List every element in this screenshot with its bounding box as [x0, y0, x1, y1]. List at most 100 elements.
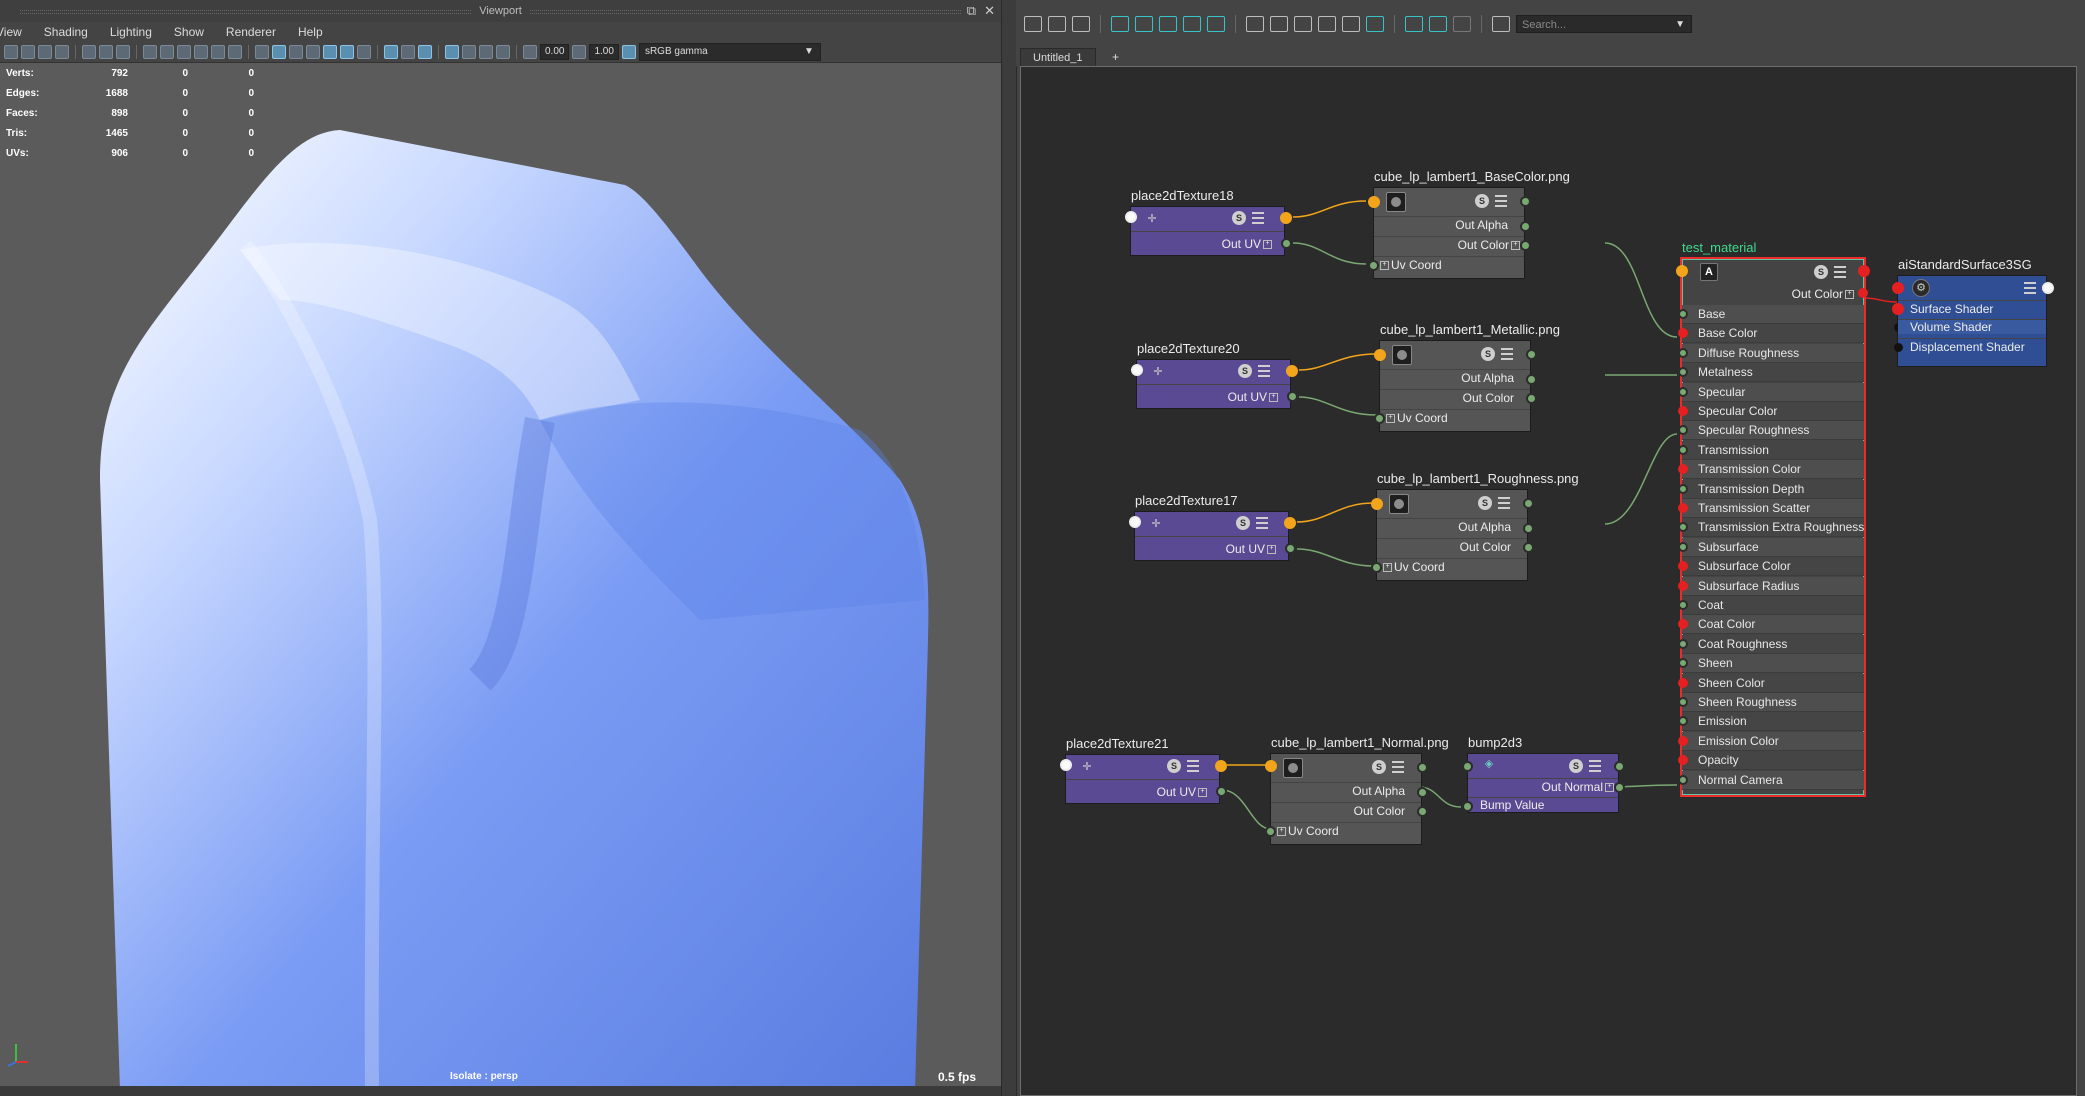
camera-attributes-icon[interactable] [21, 45, 35, 59]
attribute-list-icon[interactable] [1495, 195, 1507, 207]
message-port[interactable] [1368, 196, 1380, 208]
material-attr-row[interactable]: Specular [1678, 382, 1864, 402]
attr-input-port[interactable] [1678, 716, 1688, 727]
node-texture-metallic[interactable]: cube_lp_lambert1_Metallic.png S Out Alph… [1374, 322, 1560, 432]
message-port[interactable] [1676, 265, 1688, 277]
full-mode-icon[interactable] [1294, 16, 1312, 32]
exposure-icon[interactable] [523, 45, 537, 59]
remove-selected-icon[interactable] [1183, 16, 1201, 32]
sync-outliner-icon[interactable] [1453, 16, 1471, 32]
grid-toggle-icon[interactable] [1405, 16, 1423, 32]
gamma-field[interactable]: 1.00 [589, 44, 619, 60]
swatch-icon[interactable] [1366, 16, 1384, 32]
frame-all-icon[interactable] [1111, 16, 1129, 32]
close-icon[interactable]: ✕ [984, 3, 995, 19]
xray-joints-icon[interactable] [401, 45, 415, 59]
xray-icon[interactable] [384, 45, 398, 59]
swatch-toggle-icon[interactable]: S [1481, 347, 1495, 361]
node-texture-roughness[interactable]: cube_lp_lambert1_Roughness.png S Out Alp… [1371, 471, 1579, 581]
attribute-list-icon[interactable] [1256, 517, 1268, 529]
attribute-list-icon[interactable] [1589, 760, 1601, 772]
swatch-toggle-icon[interactable]: S [1569, 759, 1583, 773]
material-attr-row[interactable]: Metalness [1678, 363, 1864, 383]
node-place2dtexture18[interactable]: place2dTexture18 ✛ S Out UV + [1125, 188, 1292, 256]
output-port[interactable] [1614, 761, 1625, 772]
attr-input-port[interactable] [1678, 580, 1688, 591]
safe-action-icon[interactable] [211, 45, 225, 59]
swatch-toggle-icon[interactable]: S [1238, 364, 1252, 378]
swatch-toggle-icon[interactable]: S [1232, 211, 1246, 225]
material-attr-row[interactable]: Diffuse Roughness [1678, 343, 1864, 363]
use-all-lights-icon[interactable] [340, 45, 354, 59]
node-test-material[interactable]: test_material A S Out Color + Base Base Co… [1676, 240, 1870, 797]
material-attr-row[interactable]: Sheen [1678, 654, 1864, 674]
material-attr-row[interactable]: Base [1678, 305, 1864, 324]
output-port[interactable] [1284, 517, 1296, 529]
material-attr-row[interactable]: Emission [1678, 712, 1864, 732]
swatch-toggle-icon[interactable]: S [1372, 760, 1386, 774]
custom-mode-icon[interactable] [1318, 16, 1336, 32]
attr-input-port[interactable] [1678, 444, 1688, 455]
refresh-icon[interactable] [1492, 16, 1510, 32]
material-attr-row[interactable]: Specular Roughness [1678, 421, 1864, 441]
add-tab-button[interactable]: + [1112, 50, 1119, 64]
graph-input-icon[interactable] [1048, 16, 1066, 32]
attribute-list-icon[interactable] [1834, 266, 1846, 278]
attr-input-port[interactable] [1678, 677, 1688, 688]
attribute-list-icon[interactable] [2024, 282, 2036, 294]
material-attr-row[interactable]: Subsurface [1678, 537, 1864, 557]
material-attr-row[interactable]: Emission Color [1678, 731, 1864, 751]
node-texture-normal[interactable]: cube_lp_lambert1_Normal.png S Out Alpha … [1265, 735, 1449, 845]
grid-icon[interactable] [116, 45, 130, 59]
attr-input-port[interactable] [1678, 638, 1688, 649]
node-place2dtexture20[interactable]: place2dTexture20 ✛ S Out UV + [1131, 341, 1298, 409]
viewport-panel[interactable]: Viewport ⧉ ✕ View Shading Lighting Show … [0, 0, 1001, 1096]
attr-input-port[interactable] [1678, 619, 1688, 630]
out-color-port[interactable] [1858, 288, 1868, 298]
node-place2dtexture21[interactable]: place2dTexture21 ✛ S Out UV + [1060, 736, 1227, 804]
output-port[interactable] [1417, 762, 1428, 773]
out-color-port[interactable] [1526, 393, 1537, 404]
swatch-toggle-icon[interactable]: S [1236, 516, 1250, 530]
gamma-icon[interactable] [572, 45, 587, 59]
material-attr-row[interactable]: Coat Color [1678, 615, 1864, 635]
material-attr-row[interactable]: Transmission Scatter [1678, 499, 1864, 518]
wireframe-on-shaded-icon[interactable] [306, 45, 320, 59]
attr-input-port[interactable] [1678, 522, 1688, 533]
menu-view[interactable]: View [0, 25, 22, 39]
output-port[interactable] [1280, 212, 1292, 224]
attr-input-port[interactable] [1678, 541, 1688, 552]
node-graph-canvas[interactable]: place2dTexture18 ✛ S Out UV + cube_lp_lam… [1020, 66, 2077, 1096]
material-attr-row[interactable]: Transmission Color [1678, 460, 1864, 480]
attr-input-port[interactable] [1678, 697, 1688, 707]
message-port[interactable] [1892, 282, 1904, 294]
attr-input-port[interactable] [1678, 406, 1688, 416]
field-chart-icon[interactable] [194, 45, 208, 59]
attr-input-port[interactable] [1678, 483, 1688, 494]
material-attr-row[interactable]: Coat [1678, 596, 1864, 615]
bookmark-icon[interactable] [38, 45, 52, 59]
graph-output-icon[interactable] [1072, 16, 1090, 32]
wireframe-icon[interactable] [255, 45, 269, 59]
out-alpha-port[interactable] [1417, 787, 1428, 798]
material-attr-row[interactable]: Specular Color [1678, 402, 1864, 421]
add-selected-icon[interactable] [1159, 16, 1177, 32]
material-attr-row[interactable]: Coat Roughness [1678, 634, 1864, 654]
attr-input-port[interactable] [1678, 774, 1688, 785]
simple-mode-icon[interactable] [1246, 16, 1264, 32]
exposure-field[interactable]: 0.00 [540, 44, 570, 60]
resolution-gate-icon[interactable] [160, 45, 174, 59]
attribute-list-icon[interactable] [1392, 761, 1404, 773]
depth-of-field-icon[interactable] [496, 45, 510, 59]
color-management-icon[interactable] [621, 45, 636, 59]
message-port[interactable] [1060, 759, 1072, 771]
attribute-list-icon[interactable] [1252, 212, 1264, 224]
attribute-list-icon[interactable] [1498, 497, 1510, 509]
node-place2dtexture17[interactable]: place2dTexture17 ✛ S Out UV + [1129, 493, 1296, 561]
swatch-toggle-icon[interactable]: S [1814, 265, 1828, 279]
swatch-toggle-icon[interactable]: S [1475, 194, 1489, 208]
default-material-icon[interactable] [289, 45, 303, 59]
attr-input-port[interactable] [1678, 367, 1688, 378]
menu-shading[interactable]: Shading [44, 25, 88, 39]
smooth-shade-icon[interactable] [272, 45, 286, 59]
